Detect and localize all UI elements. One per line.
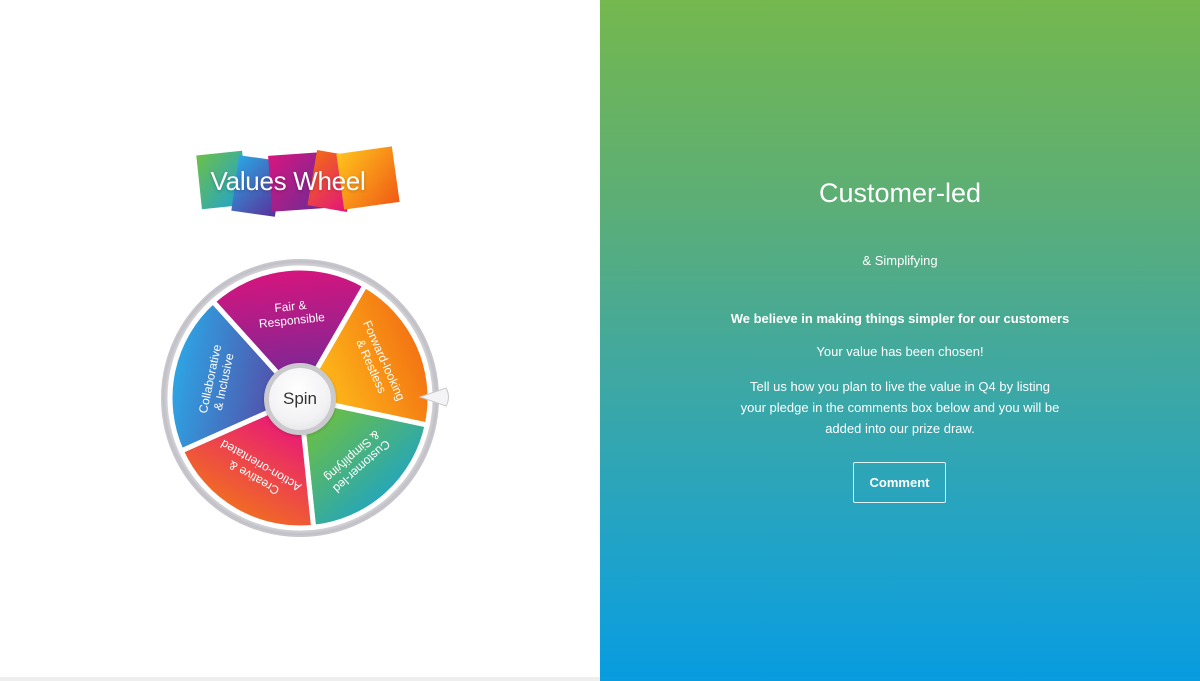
value-belief: We believe in making things simpler for … [730,311,1070,326]
value-title: Customer-led [818,178,982,208]
spin-button[interactable]: Spin [264,363,336,435]
result-panel: Customer-led & Simplifying We believe in… [600,0,1200,681]
bottom-divider [0,677,600,681]
value-subtitle: & Simplifying [862,253,938,268]
values-wheel-logo: Values Wheel [190,140,410,230]
logo-text: Values Wheel [210,166,366,196]
comment-button[interactable]: Comment [853,462,946,503]
wheel-pointer-icon [418,387,449,407]
chosen-message: Your value has been chosen! [816,344,984,359]
pledge-instructions: Tell us how you plan to live the value i… [740,379,1060,436]
wheel-panel: Values Wheel Forward-looking& Restless Cu… [0,0,600,681]
